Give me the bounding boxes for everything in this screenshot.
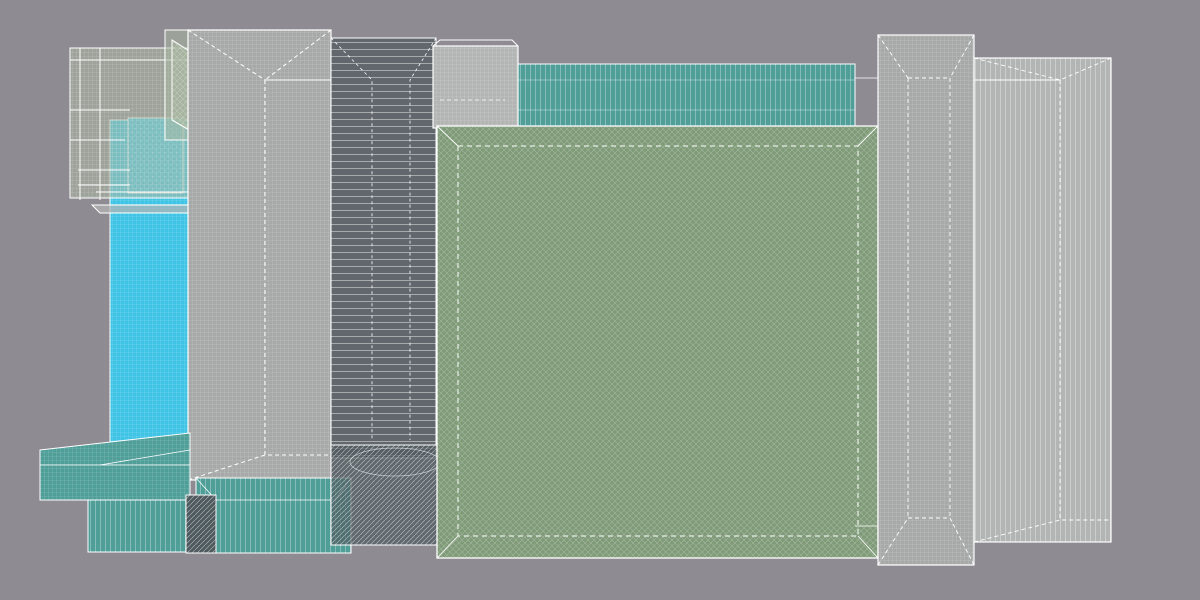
connector-cube[interactable] bbox=[432, 39, 519, 129]
teal-slab-left[interactable] bbox=[39, 432, 191, 553]
slate-lined-column[interactable] bbox=[330, 37, 437, 459]
teal-cylinder-band[interactable] bbox=[514, 63, 856, 127]
teal-base-block[interactable] bbox=[185, 477, 352, 554]
far-right-panel[interactable] bbox=[973, 57, 1112, 543]
left-gray-box[interactable] bbox=[187, 29, 332, 481]
dark-diagonal-block[interactable] bbox=[330, 444, 441, 546]
main-sage-panel[interactable] bbox=[436, 125, 879, 559]
wireframe-viewport[interactable] bbox=[0, 0, 1200, 600]
wireframe-scene bbox=[39, 29, 1112, 566]
